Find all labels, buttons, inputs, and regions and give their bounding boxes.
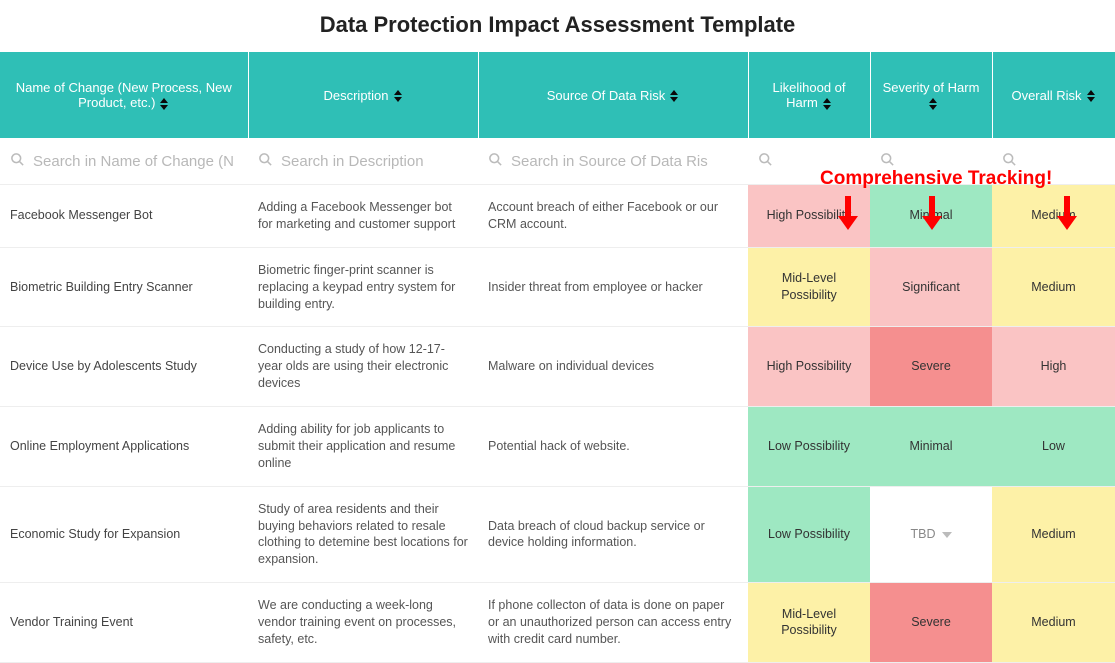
annotation-arrow-icon [836,196,860,230]
page-title: Data Protection Impact Assessment Templa… [0,0,1115,52]
cell-severity[interactable]: TBD [870,486,992,583]
cell-likelihood[interactable]: Mid-Level Possibility [748,583,870,663]
cell-name: Vendor Training Event [0,583,248,663]
cell-name: Facebook Messenger Bot [0,185,248,248]
cell-severity[interactable]: Significant [870,247,992,327]
col-header-src[interactable]: Source Of Data Risk [478,52,748,138]
search-icon [488,152,503,170]
chevron-down-icon [942,526,952,543]
cell-severity[interactable]: Severe [870,327,992,407]
sort-icon [393,88,403,103]
sort-icon [928,95,938,110]
cell-overall[interactable]: Medium [992,583,1115,663]
cell-likelihood[interactable]: High Possibility [748,327,870,407]
annotation-arrow-icon [920,196,944,230]
sort-icon [159,95,169,110]
cell-desc: Biometric finger-print scanner is replac… [248,247,478,327]
cell-src: Account breach of either Facebook or our… [478,185,748,248]
table-row[interactable]: Device Use by Adolescents StudyConductin… [0,327,1115,407]
search-icon [758,152,773,170]
table-row[interactable]: Facebook Messenger BotAdding a Facebook … [0,185,1115,248]
cell-overall[interactable]: Low [992,407,1115,487]
sort-icon [822,95,832,110]
cell-src: Data breach of cloud backup service or d… [478,486,748,583]
dpia-table: Name of Change (New Process, New Product… [0,52,1115,663]
table-row[interactable]: Online Employment ApplicationsAdding abi… [0,407,1115,487]
cell-severity[interactable]: Minimal [870,407,992,487]
col-header-desc[interactable]: Description [248,52,478,138]
cell-src: If phone collecton of data is done on pa… [478,583,748,663]
search-name-input[interactable] [33,153,238,170]
cell-likelihood[interactable]: Mid-Level Possibility [748,247,870,327]
search-desc-input[interactable] [281,153,468,170]
col-header-sev[interactable]: Severity of Harm [870,52,992,138]
cell-overall[interactable]: Medium [992,185,1115,248]
cell-overall[interactable]: Medium [992,247,1115,327]
cell-overall[interactable]: Medium [992,486,1115,583]
table-row[interactable]: Vendor Training EventWe are conducting a… [0,583,1115,663]
search-src-input[interactable] [511,153,738,170]
cell-overall[interactable]: High [992,327,1115,407]
col-header-over[interactable]: Overall Risk [992,52,1115,138]
cell-desc: Adding ability for job applicants to sub… [248,407,478,487]
cell-desc: Conducting a study of how 12-17-year old… [248,327,478,407]
cell-desc: Study of area residents and their buying… [248,486,478,583]
table-row[interactable]: Economic Study for ExpansionStudy of are… [0,486,1115,583]
search-icon [10,152,25,170]
cell-src: Malware on individual devices [478,327,748,407]
severity-dropdown[interactable]: TBD [911,526,952,543]
cell-desc: We are conducting a week-long vendor tra… [248,583,478,663]
col-header-like[interactable]: Likelihood of Harm [748,52,870,138]
search-icon [258,152,273,170]
cell-name: Device Use by Adolescents Study [0,327,248,407]
cell-name: Biometric Building Entry Scanner [0,247,248,327]
cell-desc: Adding a Facebook Messenger bot for mark… [248,185,478,248]
cell-name: Online Employment Applications [0,407,248,487]
sort-icon [669,88,679,103]
sort-icon [1086,88,1096,103]
table-row[interactable]: Biometric Building Entry ScannerBiometri… [0,247,1115,327]
cell-src: Potential hack of website. [478,407,748,487]
cell-src: Insider threat from employee or hacker [478,247,748,327]
cell-likelihood[interactable]: Low Possibility [748,407,870,487]
cell-name: Economic Study for Expansion [0,486,248,583]
col-header-name[interactable]: Name of Change (New Process, New Product… [0,52,248,138]
annotation-arrow-icon [1055,196,1079,230]
annotation-label: Comprehensive Tracking! [820,168,1052,190]
cell-likelihood[interactable]: Low Possibility [748,486,870,583]
cell-severity[interactable]: Severe [870,583,992,663]
